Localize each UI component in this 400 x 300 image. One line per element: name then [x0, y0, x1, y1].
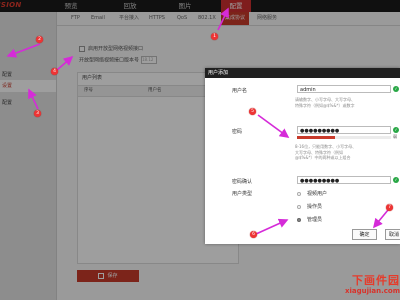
- marker-4: 4: [51, 68, 58, 75]
- marker-6: 6: [250, 231, 257, 238]
- watermark: 下画件园 xiagujian.com: [320, 274, 400, 300]
- marker-3: 3: [34, 110, 41, 117]
- marker-2: 2: [36, 36, 43, 43]
- watermark-en: xiagujian.com: [344, 287, 400, 295]
- marker-5: 5: [249, 108, 256, 115]
- marker-1: 1: [211, 33, 218, 40]
- marker-7: 7: [386, 204, 393, 211]
- annotation-arrows: [6, 7, 389, 235]
- watermark-cn: 下画件园: [352, 274, 400, 287]
